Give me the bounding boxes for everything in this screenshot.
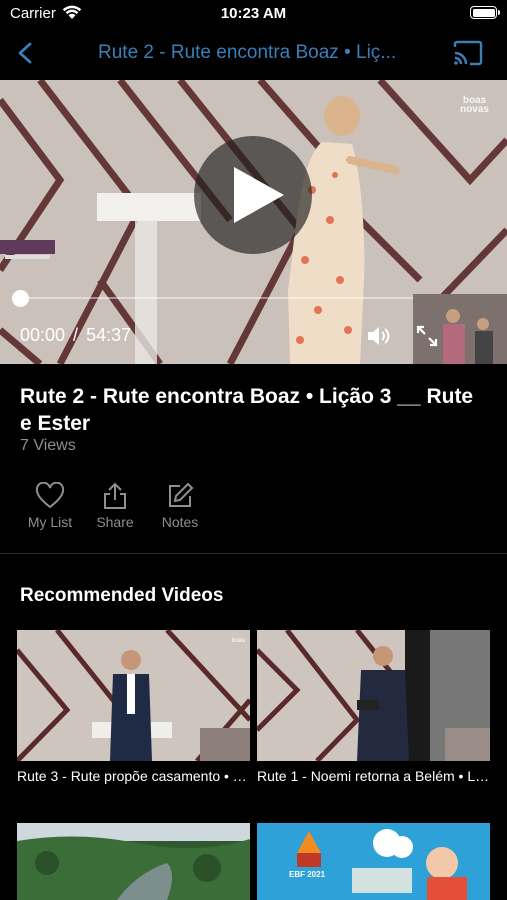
video-title: Rute 2 - Rute encontra Boaz • Lição 3 __…	[20, 385, 474, 435]
heart-icon	[15, 481, 85, 510]
section-divider	[0, 553, 507, 554]
recommended-heading: Recommended Videos	[20, 585, 224, 606]
notes-label: Notes	[161, 514, 199, 530]
cast-icon[interactable]	[452, 40, 484, 66]
video-thumbnail: EBF 2021	[257, 823, 490, 900]
volume-icon[interactable]	[366, 324, 392, 353]
nav-title: Rute 2 - Rute encontra Boaz • Liç...	[98, 42, 397, 63]
time-readout: 00:00 / 54:37	[20, 325, 131, 346]
view-count: 7 Views	[20, 437, 76, 454]
time-separator: /	[73, 325, 79, 345]
progress-knob[interactable]	[12, 290, 29, 307]
back-chevron-icon[interactable]	[12, 38, 40, 68]
my-list-button[interactable]: My List	[15, 481, 85, 530]
video-caption: Rute 3 - Rute propõe casamento • Lição 3	[17, 768, 250, 784]
video-caption: Rute 1 - Noemi retorna a Belém • Lição 3	[257, 768, 490, 784]
clock: 10:23 AM	[220, 5, 287, 22]
svg-text:boas: boas	[232, 638, 245, 644]
recommended-item[interactable]: Rute 1 - Noemi retorna a Belém • Lição 3	[257, 630, 490, 784]
current-time: 00:00	[20, 325, 66, 345]
battery-icon	[470, 6, 500, 19]
video-thumbnail	[257, 630, 490, 761]
channel-watermark: boas novas	[460, 95, 489, 115]
duration: 54:37	[86, 325, 132, 345]
share-icon	[80, 482, 150, 510]
fullscreen-icon[interactable]	[415, 324, 439, 353]
edit-icon	[145, 482, 215, 510]
navigation-bar: Rute 2 - Rute encontra Boaz • Liç...	[0, 30, 507, 78]
play-button[interactable]	[194, 136, 312, 254]
status-bar: Carrier 10:23 AM	[0, 0, 507, 30]
video-thumbnail: boas	[17, 630, 250, 761]
video-player[interactable]: boas novas 00:00 / 54:37	[0, 80, 507, 364]
video-thumbnail	[17, 823, 250, 900]
my-list-label: My List	[27, 514, 73, 530]
share-label: Share	[96, 514, 134, 530]
recommended-item[interactable]	[17, 823, 250, 900]
share-button[interactable]: Share	[80, 482, 150, 530]
ebf-logo-text: EBF 2021	[289, 870, 326, 879]
recommended-item[interactable]: EBF 2021	[257, 823, 490, 900]
action-bar: My List Share Notes	[0, 481, 507, 532]
notes-button[interactable]: Notes	[145, 482, 215, 530]
recommended-item[interactable]: boas Rute 3 - Rute propõe casamento • Li…	[17, 630, 250, 784]
